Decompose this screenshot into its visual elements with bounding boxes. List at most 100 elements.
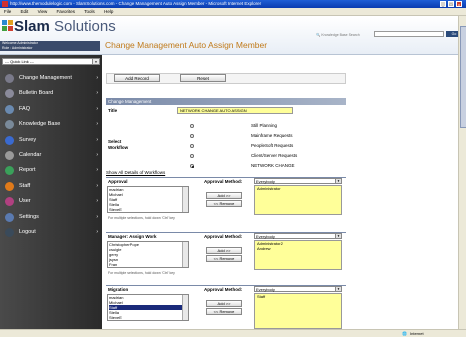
chevron-down-icon: ▼ [335, 179, 341, 183]
user-icon [5, 197, 14, 207]
chevron-right-icon: › [96, 198, 98, 205]
sidebar-item-label: Knowledge Base [19, 121, 61, 128]
page-title: Change Management Auto Assign Member [105, 40, 268, 50]
workflow-radio[interactable] [190, 154, 194, 158]
sidebar-item-label: User [19, 198, 31, 205]
member-listbox[interactable]: ChristopherPope csuigle gerry jsysn Fran [107, 241, 189, 268]
chevron-right-icon: › [96, 90, 98, 97]
sidebar-item-calendar[interactable]: Calendar › [2, 149, 100, 162]
add-member-button[interactable]: Add >> [206, 192, 242, 199]
sidebar-item-settings[interactable]: Settings › [2, 211, 100, 224]
approval-method-label: Approval Method: [204, 287, 243, 292]
remove-member-button[interactable]: << Remove [206, 308, 242, 315]
section-heading: Migration [108, 287, 129, 292]
remove-member-button[interactable]: << Remove [206, 255, 242, 262]
sidebar-item-label: Settings [19, 213, 39, 220]
sidebar-item-bulletin-board[interactable]: Bulletin Board › [2, 87, 100, 100]
chevron-right-icon: › [96, 167, 98, 174]
sidebar-item-label: FAQ [19, 105, 31, 112]
add-record-button[interactable]: Add Record [114, 74, 160, 82]
menu-help[interactable]: Help [104, 9, 113, 14]
approval-method-label: Approval Method: [204, 234, 243, 239]
chevron-right-icon: › [96, 182, 98, 189]
page-scrollbar[interactable] [458, 16, 466, 329]
sidebar-item-label: Calendar [19, 152, 42, 158]
sidebar-item-label: Report [19, 167, 36, 174]
approval-method-select[interactable]: Everybody ▼ [254, 178, 342, 184]
slam-logo-icon [2, 20, 13, 31]
workflow-option-label: Still Planning [251, 123, 278, 128]
list-option[interactable]: SteveE [109, 207, 188, 212]
window-title: http://www.themodulelogic.com - SlamSolu… [10, 1, 262, 6]
change-icon [5, 74, 14, 83]
workflow-radio[interactable] [190, 144, 194, 148]
sidebar-item-label: Staff [19, 182, 31, 189]
approval-method-select[interactable]: Everybody ▼ [254, 233, 342, 239]
assigned-members-box[interactable]: Administrator [254, 185, 342, 215]
chevron-right-icon: › [96, 121, 98, 128]
brand-bold: Slam [14, 18, 50, 35]
quick-link-value: --- Quick Link --- [5, 59, 34, 64]
listbox-scrollbar[interactable] [182, 187, 188, 212]
sidebar-item-logout[interactable]: Logout › [2, 226, 100, 239]
maximize-button[interactable]: □ [448, 1, 454, 7]
menu-edit[interactable]: Edit [21, 9, 29, 14]
workflow-label: Select [108, 139, 122, 144]
assigned-member[interactable]: Staff [257, 294, 341, 299]
workflow-option-label: NETWORK CHANGE [251, 163, 295, 168]
sidebar-item-report[interactable]: Report › [2, 164, 100, 177]
assigned-members-box[interactable]: Administrator2 Andrew [254, 240, 342, 270]
workflow-radio[interactable] [190, 134, 194, 138]
menu-tools[interactable]: Tools [84, 9, 95, 14]
listbox-scrollbar[interactable] [182, 295, 188, 320]
add-member-button[interactable]: Add >> [206, 247, 242, 254]
title-label: Title [108, 108, 118, 113]
minimize-button[interactable]: _ [440, 1, 446, 7]
list-option[interactable]: SteveE [109, 315, 188, 320]
listbox-scrollbar[interactable] [182, 242, 188, 267]
workflow-option-label: Mainframe Requests [251, 133, 293, 138]
multi-select-note: For multiple selections, hold down 'Ctrl… [108, 271, 175, 275]
workflow-radio[interactable] [190, 124, 194, 128]
survey-icon [5, 135, 14, 145]
add-member-button[interactable]: Add >> [206, 300, 242, 307]
member-listbox[interactable]: madrian Michael Staff Stella SteveE [107, 294, 189, 321]
menu-view[interactable]: View [38, 9, 48, 14]
section-heading: Approval [108, 179, 128, 184]
brand-light: Solutions [49, 18, 116, 35]
assigned-members-box[interactable]: Staff [254, 293, 342, 329]
settings-icon [5, 212, 14, 222]
menu-file[interactable]: File [4, 9, 11, 14]
role-text: Role : Administrator [2, 45, 33, 50]
sidebar-item-change-management[interactable]: Change Management › [2, 72, 100, 85]
show-workflows-link[interactable]: Show All Details of Workflows [106, 170, 165, 175]
assigned-member[interactable]: Administrator [257, 186, 341, 191]
staff-icon [5, 181, 14, 191]
approval-method-select[interactable]: Everybody ▼ [254, 286, 342, 292]
title-input[interactable]: NETWORK CHANGE AUTO ASSIGN [177, 107, 293, 114]
faq-icon [5, 104, 14, 114]
sidebar-item-survey[interactable]: Survey › [2, 134, 100, 147]
close-button[interactable]: x [456, 1, 462, 7]
brand-logo[interactable]: Slam Solutions [14, 18, 116, 35]
workflow-radio[interactable] [190, 164, 194, 168]
search-input[interactable] [374, 31, 444, 37]
panel-header: Change Management [106, 98, 346, 105]
sidebar-item-knowledge-base[interactable]: Knowledge Base › [2, 118, 100, 131]
reset-button[interactable]: Reset [180, 74, 226, 82]
quick-link-select[interactable]: --- Quick Link --- ▼ [2, 58, 100, 65]
list-option[interactable]: Fran [109, 262, 188, 267]
chevron-right-icon: › [96, 75, 98, 81]
member-listbox[interactable]: madrian Michael Staff Stella SteveE [107, 186, 189, 213]
remove-member-button[interactable]: << Remove [206, 200, 242, 207]
sidebar-item-staff[interactable]: Staff › [2, 180, 100, 193]
multi-select-note: For multiple selections, hold down 'Ctrl… [108, 216, 175, 220]
workflow-option-label: Client/Server Requests [251, 153, 298, 158]
workflow-option-label: PeopleSoft Requests [251, 143, 294, 148]
assigned-member[interactable]: Andrew [257, 246, 341, 251]
menu-favorites[interactable]: Favorites [57, 9, 76, 14]
sidebar-item-faq[interactable]: FAQ › [2, 103, 100, 116]
scrollbar-thumb[interactable] [460, 26, 466, 128]
sidebar-item-label: Survey [19, 136, 37, 143]
sidebar-item-user[interactable]: User › [2, 195, 100, 208]
